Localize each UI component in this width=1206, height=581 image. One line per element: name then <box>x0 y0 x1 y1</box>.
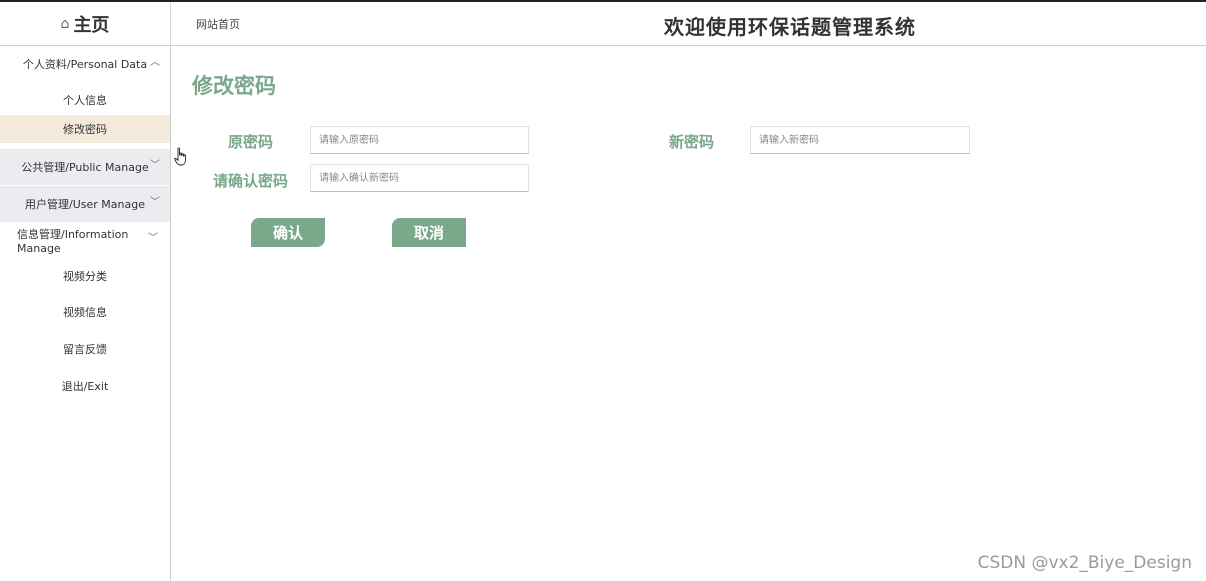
chevron-down-icon: ﹀ <box>148 233 158 244</box>
confirm-password-label: 请确认密码 <box>212 172 288 190</box>
header: ⌂ 主页 网站首页 欢迎使用环保话题管理系统 <box>0 2 1206 46</box>
confirm-button[interactable]: 确认 <box>251 218 325 247</box>
chevron-down-icon: ﹀ <box>150 160 160 171</box>
menu-public-manage[interactable]: 公共管理/Public Manage ﹀ <box>0 149 170 185</box>
sidebar-item-personal-info[interactable]: 个人信息 <box>0 86 170 114</box>
confirm-password-input[interactable] <box>310 164 529 192</box>
menu-personal-data[interactable]: 个人资料/Personal Data ︿ <box>0 46 170 82</box>
sidebar: 个人资料/Personal Data ︿ 个人信息 修改密码 公共管理/Publ… <box>0 46 171 581</box>
home-icon: ⌂ <box>60 16 70 32</box>
menu-information-manage[interactable]: 信息管理/Information Manage ﹀ <box>0 222 170 258</box>
new-password-input[interactable] <box>750 126 970 154</box>
page-title: 修改密码 <box>192 74 276 98</box>
cancel-button[interactable]: 取消 <box>392 218 466 247</box>
breadcrumb-home-link[interactable]: 网站首页 <box>196 16 240 32</box>
old-password-label: 原密码 <box>227 133 273 151</box>
chevron-up-icon: ︿ <box>150 57 160 68</box>
new-password-label: 新密码 <box>668 133 714 151</box>
logo-text: 主页 <box>73 15 110 36</box>
chevron-down-icon: ﹀ <box>150 197 160 208</box>
sidebar-item-video-category[interactable]: 视频分类 <box>0 262 170 290</box>
sidebar-item-video-info[interactable]: 视频信息 <box>0 298 170 326</box>
watermark: CSDN @vx2_Biye_Design <box>977 553 1192 573</box>
system-title: 欢迎使用环保话题管理系统 <box>664 15 916 39</box>
sidebar-item-feedback[interactable]: 留言反馈 <box>0 335 170 363</box>
menu-user-manage[interactable]: 用户管理/User Manage ﹀ <box>0 186 170 222</box>
menu-user-manage-label: 用户管理/User Manage <box>25 198 145 211</box>
sidebar-item-change-password[interactable]: 修改密码 <box>0 115 170 143</box>
old-password-input[interactable] <box>310 126 529 154</box>
logo[interactable]: ⌂ 主页 <box>0 2 171 46</box>
menu-public-manage-label: 公共管理/Public Manage <box>21 161 149 174</box>
hand-cursor-icon <box>174 147 186 166</box>
menu-personal-data-label: 个人资料/Personal Data <box>22 58 148 71</box>
sidebar-item-exit[interactable]: 退出/Exit <box>0 372 170 400</box>
